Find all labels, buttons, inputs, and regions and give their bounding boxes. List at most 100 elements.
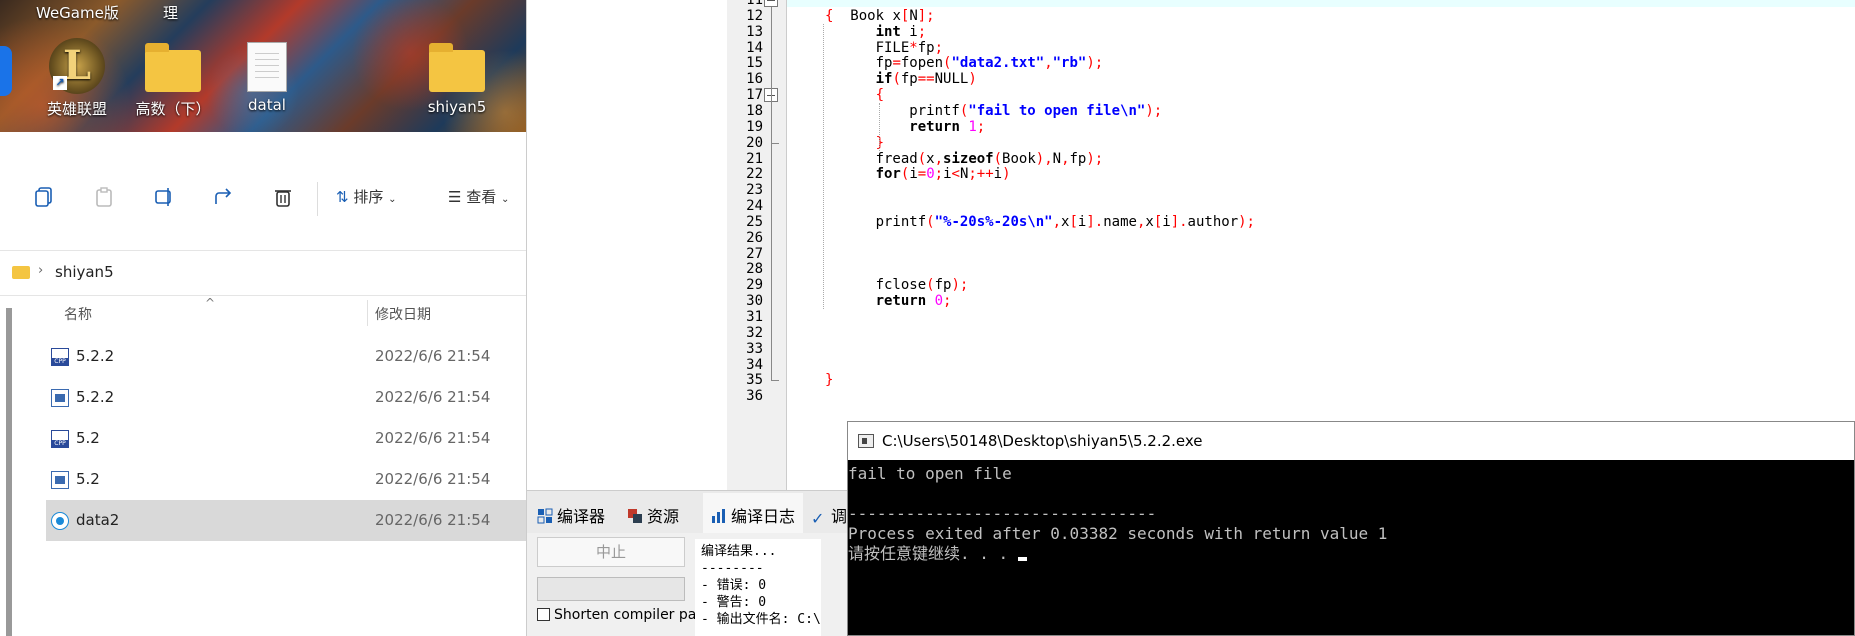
fold-end-marker (771, 142, 779, 144)
line-number: 36 (746, 388, 763, 405)
line-number: 20 (746, 134, 763, 151)
file-date: 2022/6/6 21:54 (375, 429, 491, 447)
compile-progress-bar (537, 577, 685, 601)
line-number: 23 (746, 182, 763, 199)
console-output[interactable]: fail to open file ----------------------… (848, 460, 1854, 636)
view-label: 查看 (466, 188, 497, 206)
chart-icon (712, 509, 725, 523)
current-line-highlight (787, 0, 1855, 7)
line-number: 22 (746, 166, 763, 183)
code-line[interactable]: printf("%-20s%-20s\n",x[i].name,x[i].aut… (825, 214, 1255, 230)
line-number: 31 (746, 309, 763, 325)
lol-icon: L ↗ (49, 38, 105, 94)
desktop-icon-lol[interactable]: L ↗ 英雄联盟 (22, 38, 132, 119)
folder-icon (429, 43, 485, 92)
line-number: 34 (746, 356, 763, 373)
code-line[interactable]: { (825, 87, 884, 103)
fold-line (771, 7, 772, 382)
desktop-icon-shiyan5[interactable]: shiyan5 (402, 43, 512, 116)
desktop-label-wegame: WeGame版 (36, 4, 119, 22)
sort-button[interactable]: ⇅ 排序 ⌄ (336, 186, 397, 207)
file-name: 5.2 (76, 429, 100, 447)
code-line[interactable]: printf("fail to open file\n"); (825, 103, 1162, 119)
console-title: C:\Users\50148\Desktop\shiyan5\5.2.2.exe (882, 432, 1203, 450)
line-number: 18 (746, 102, 763, 119)
breadcrumb-shiyan5[interactable]: shiyan5 (55, 263, 114, 281)
chevron-down-icon: ⌄ (501, 194, 510, 205)
address-bar[interactable]: › shiyan5 (0, 250, 526, 296)
line-number: 30 (746, 293, 763, 310)
column-modified[interactable]: 修改日期 (375, 304, 431, 324)
fold-toggle-icon[interactable] (764, 0, 778, 7)
stop-button[interactable]: 中止 (537, 537, 685, 567)
delete-icon[interactable] (273, 186, 293, 208)
tab-compile-log[interactable]: 编译日志 (703, 493, 804, 533)
console-titlebar[interactable]: C:\Users\50148\Desktop\shiyan5\5.2.2.exe (848, 422, 1854, 460)
checkbox-box (537, 608, 550, 621)
file-row-data2[interactable]: data2 2022/6/6 21:54 (46, 500, 526, 541)
exe-file-icon (51, 389, 69, 407)
line-number: 32 (746, 324, 763, 341)
fold-end-marker (771, 380, 779, 382)
line-number: 15 (746, 55, 763, 72)
cpp-file-icon (51, 430, 69, 448)
file-date: 2022/6/6 21:54 (375, 347, 491, 365)
desktop-icon-label: 英雄联盟 (46, 100, 107, 118)
share-icon[interactable] (213, 186, 235, 208)
code-line[interactable]: FILE*fp; (825, 40, 943, 56)
desktop-app-edge-icon[interactable] (0, 46, 12, 96)
desktop-icon-datal[interactable]: datal (212, 42, 322, 114)
tab-compiler[interactable]: 编译器 (537, 503, 605, 527)
code-line[interactable]: } (825, 135, 884, 151)
desktop-icon-label: datal (248, 96, 286, 114)
column-separator[interactable] (367, 300, 368, 326)
code-line[interactable]: fread(x,sizeof(Book),N,fp); (825, 151, 1104, 167)
scrollbar[interactable] (6, 308, 12, 636)
console-window[interactable]: C:\Users\50148\Desktop\shiyan5\5.2.2.exe… (847, 421, 1855, 636)
file-row-5.2.2-exe[interactable]: 5.2.2 2022/6/6 21:54 (46, 377, 526, 418)
line-number: 27 (746, 245, 763, 262)
tab-label: 编译器 (557, 507, 606, 526)
indent-guide (823, 23, 824, 310)
explorer-toolbar: ⇅ 排序 ⌄ ☰ 查看 ⌄ (0, 174, 526, 224)
code-line[interactable]: } (825, 372, 833, 388)
column-name[interactable]: 名称 (64, 304, 92, 324)
code-line[interactable]: return 0; (825, 293, 952, 309)
checkbox-label: Shorten compiler pa (554, 607, 697, 623)
compile-log-output[interactable]: 编译结果... -------- - 错误: 0 - 警告: 0 - 输出文件名… (695, 539, 821, 636)
indent-guide (879, 103, 880, 151)
desktop: WeGame版 理 L ↗ 英雄联盟 高数（下） datal shiyan5 (0, 0, 526, 132)
shorten-compiler-paths-checkbox[interactable]: Shorten compiler pa (537, 607, 696, 623)
copy-icon[interactable] (34, 186, 54, 208)
tab-label: 调 (831, 507, 848, 526)
code-line[interactable]: for(i=0;i<N;++i) (825, 166, 1011, 182)
line-number: 17 (746, 87, 763, 104)
code-line[interactable]: { Book x[N]; (825, 8, 935, 24)
line-number: 13 (746, 23, 763, 40)
code-line[interactable]: fclose(fp); (825, 277, 969, 293)
view-icon: ☰ (448, 188, 462, 206)
folder-icon (12, 266, 30, 279)
file-row-5.2.2-cpp[interactable]: 5.2.2 2022/6/6 21:54 (46, 336, 526, 377)
line-number: 11 (746, 0, 763, 8)
tab-resources[interactable]: 资源 (627, 503, 679, 527)
line-number: 33 (746, 340, 763, 357)
file-explorer: ⇅ 排序 ⌄ ☰ 查看 ⌄ › shiyan5 ^ 名称 修改日期 CPP 5.… (0, 132, 526, 636)
rename-icon[interactable] (154, 186, 176, 208)
tab-label: 编译日志 (731, 507, 796, 526)
tab-debug[interactable]: ✓ 调 (811, 503, 848, 528)
folder-icon (145, 43, 201, 92)
file-row-5.2-exe[interactable]: 5.2 2022/6/6 21:54 (46, 459, 526, 500)
code-line[interactable]: int i; (825, 24, 927, 40)
paste-icon[interactable] (94, 186, 114, 208)
line-number: 16 (746, 71, 763, 88)
view-button[interactable]: ☰ 查看 ⌄ (448, 186, 509, 207)
sort-caret-icon: ^ (205, 296, 216, 310)
chevron-right-icon[interactable]: › (38, 263, 43, 278)
data-file-icon (51, 512, 69, 530)
screen: WeGame版 理 L ↗ 英雄联盟 高数（下） datal shiyan5 ⇅… (0, 0, 1855, 636)
code-line[interactable]: if(fp==NULL) (825, 71, 977, 87)
file-row-5.2-cpp[interactable]: 5.2 2022/6/6 21:54 (46, 418, 526, 459)
code-line[interactable]: return 1; (825, 119, 985, 135)
code-line[interactable]: fp=fopen("data2.txt","rb"); (825, 55, 1104, 71)
